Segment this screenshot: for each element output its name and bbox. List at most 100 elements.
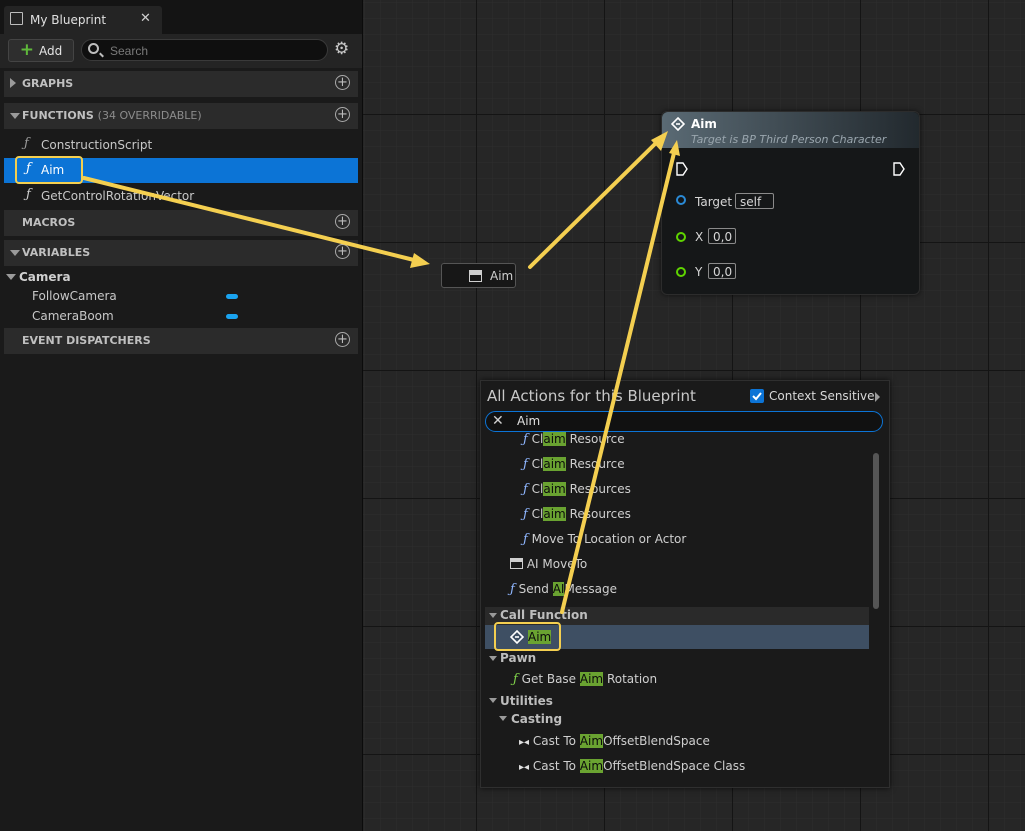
function-icon: ƒ — [26, 187, 31, 202]
menu-item-move-to-location[interactable]: ƒ Move To Location or Actor — [523, 532, 686, 557]
menu-item-claim-resources[interactable]: ƒ Claim Resources — [523, 482, 631, 507]
variable-label: CameraBoom — [32, 309, 114, 323]
add-variable-icon[interactable]: + — [335, 244, 350, 259]
section-event-dispatchers[interactable]: EVENT DISPATCHERS + — [4, 328, 358, 354]
section-title: MACROS — [22, 216, 76, 229]
function-icon: ƒ — [523, 482, 528, 497]
section-title: GRAPHS — [22, 77, 74, 90]
section-title: VARIABLES — [22, 246, 91, 259]
category-label: Camera — [19, 270, 71, 284]
function-call-icon — [671, 117, 685, 131]
chevron-right-icon[interactable] — [875, 392, 880, 402]
function-icon: ƒ — [523, 432, 528, 447]
variable-label: FollowCamera — [32, 289, 117, 303]
add-event-dispatcher-icon[interactable]: + — [335, 332, 350, 347]
section-subtitle: (34 OVERRIDABLE) — [97, 109, 202, 122]
category-label: Casting — [511, 712, 563, 726]
checkmark-icon — [752, 392, 762, 401]
aim-function-node[interactable]: Aim Target is BP Third Person Character … — [661, 111, 920, 295]
target-label: Target — [695, 195, 733, 209]
all-actions-menu: All Actions for this Blueprint Context S… — [480, 380, 890, 788]
menu-item-ai-moveto[interactable]: AI MoveTo — [510, 557, 587, 582]
chevron-right-icon — [10, 78, 16, 88]
add-macro-icon[interactable]: + — [335, 214, 350, 229]
context-sensitive-checkbox[interactable] — [750, 389, 764, 403]
tab-my-blueprint[interactable]: My Blueprint ✕ — [4, 6, 162, 34]
category-casting[interactable]: Casting — [495, 711, 869, 727]
menu-item-claim-resource[interactable]: ƒ Claim Resource — [523, 457, 625, 482]
chevron-down-icon — [489, 613, 497, 618]
function-icon: ƒ — [523, 457, 528, 472]
category-utilities[interactable]: Utilities — [485, 693, 869, 709]
section-graphs[interactable]: GRAPHS + — [4, 71, 358, 97]
chevron-down-icon — [489, 656, 497, 661]
menu-item-call-aim[interactable]: Aim — [485, 622, 869, 651]
aim-drag-node[interactable]: Aim — [441, 263, 516, 288]
menu-scrollbar[interactable] — [873, 453, 879, 609]
function-icon: ƒ — [523, 532, 528, 547]
function-icon: ƒ — [523, 507, 528, 522]
my-blueprint-panel: My Blueprint ✕ + Add ⚙ GRAPHS + FUNCTION… — [0, 0, 363, 831]
function-item-aim[interactable]: ƒ Aim — [4, 156, 358, 184]
menu-item-cast-to-aimoffsetblendspace[interactable]: ▸◂ Cast To AimOffsetBlendSpace — [519, 734, 710, 759]
y-label: Y — [695, 265, 703, 279]
plus-icon: + — [19, 40, 34, 60]
chevron-down-icon — [10, 250, 20, 256]
cast-icon: ▸◂ — [519, 737, 530, 748]
chevron-down-icon — [10, 113, 20, 119]
menu-search-box[interactable]: ✕ Aim — [485, 411, 883, 432]
clear-search-icon[interactable]: ✕ — [492, 413, 504, 429]
menu-title: All Actions for this Blueprint — [487, 387, 696, 405]
add-graph-icon[interactable]: + — [335, 75, 350, 90]
function-item-getcontrolrotationvector[interactable]: ƒ GetControlRotationVector — [0, 184, 358, 208]
menu-item-claim-resources[interactable]: ƒ Claim Resources — [523, 507, 631, 532]
x-label: X — [695, 230, 704, 244]
y-pin[interactable] — [676, 267, 686, 277]
add-button[interactable]: + Add — [8, 39, 74, 62]
node-title: Aim — [691, 117, 717, 131]
search-box[interactable] — [81, 39, 328, 61]
section-macros[interactable]: MACROS + — [4, 210, 358, 236]
function-label: GetControlRotationVector — [41, 189, 195, 203]
category-label: Pawn — [500, 651, 537, 665]
menu-item-send-ai-message[interactable]: ƒ Send AIMessage — [510, 582, 617, 607]
function-icon: ƒ — [24, 136, 29, 151]
exec-out-pin[interactable] — [893, 162, 905, 176]
node-subtitle: Target is BP Third Person Character — [691, 133, 887, 146]
cast-icon: ▸◂ — [519, 762, 530, 773]
x-pin[interactable] — [676, 232, 686, 242]
target-value[interactable]: self — [735, 193, 774, 209]
function-item-constructionscript[interactable]: ƒ ConstructionScript — [0, 133, 358, 157]
section-functions[interactable]: FUNCTIONS (34 OVERRIDABLE) + — [4, 103, 358, 129]
close-icon[interactable]: ✕ — [140, 11, 151, 26]
context-sensitive-label: Context Sensitive — [769, 389, 875, 403]
exec-in-pin[interactable] — [676, 162, 688, 176]
function-icon: ƒ — [510, 582, 515, 597]
search-input[interactable] — [108, 42, 322, 60]
search-icon — [88, 43, 99, 54]
menu-search-input[interactable]: Aim — [517, 414, 540, 428]
section-variables[interactable]: VARIABLES + — [4, 240, 358, 266]
chevron-down-icon — [499, 716, 507, 721]
blueprint-book-icon — [10, 12, 23, 25]
category-pawn[interactable]: Pawn — [485, 651, 869, 667]
menu-item-claim-resource[interactable]: ƒ Claim Resource — [523, 432, 625, 457]
target-pin[interactable] — [676, 195, 686, 205]
category-label: Utilities — [500, 694, 553, 708]
x-value-input[interactable]: 0,0 — [708, 228, 736, 244]
function-call-icon — [510, 630, 524, 644]
tab-bar: My Blueprint ✕ — [0, 0, 362, 34]
menu-item-cast-to-aimoffsetblendspace-class[interactable]: ▸◂ Cast To AimOffsetBlendSpace Class — [519, 759, 745, 784]
add-function-icon[interactable]: + — [335, 107, 350, 122]
panel-toolbar: + Add ⚙ — [0, 34, 362, 68]
gear-icon[interactable]: ⚙ — [334, 41, 349, 58]
section-title: FUNCTIONS (34 OVERRIDABLE) — [22, 109, 202, 122]
category-call-function[interactable]: Call Function — [485, 607, 869, 625]
variable-item-cameraboom[interactable]: CameraBoom — [0, 305, 358, 329]
tab-title: My Blueprint — [30, 13, 107, 27]
function-box-icon — [469, 270, 482, 282]
function-label: ConstructionScript — [41, 138, 153, 152]
variable-type-pill — [226, 314, 238, 319]
node-header[interactable]: Aim Target is BP Third Person Character — [662, 112, 919, 148]
y-value-input[interactable]: 0,0 — [708, 263, 736, 279]
